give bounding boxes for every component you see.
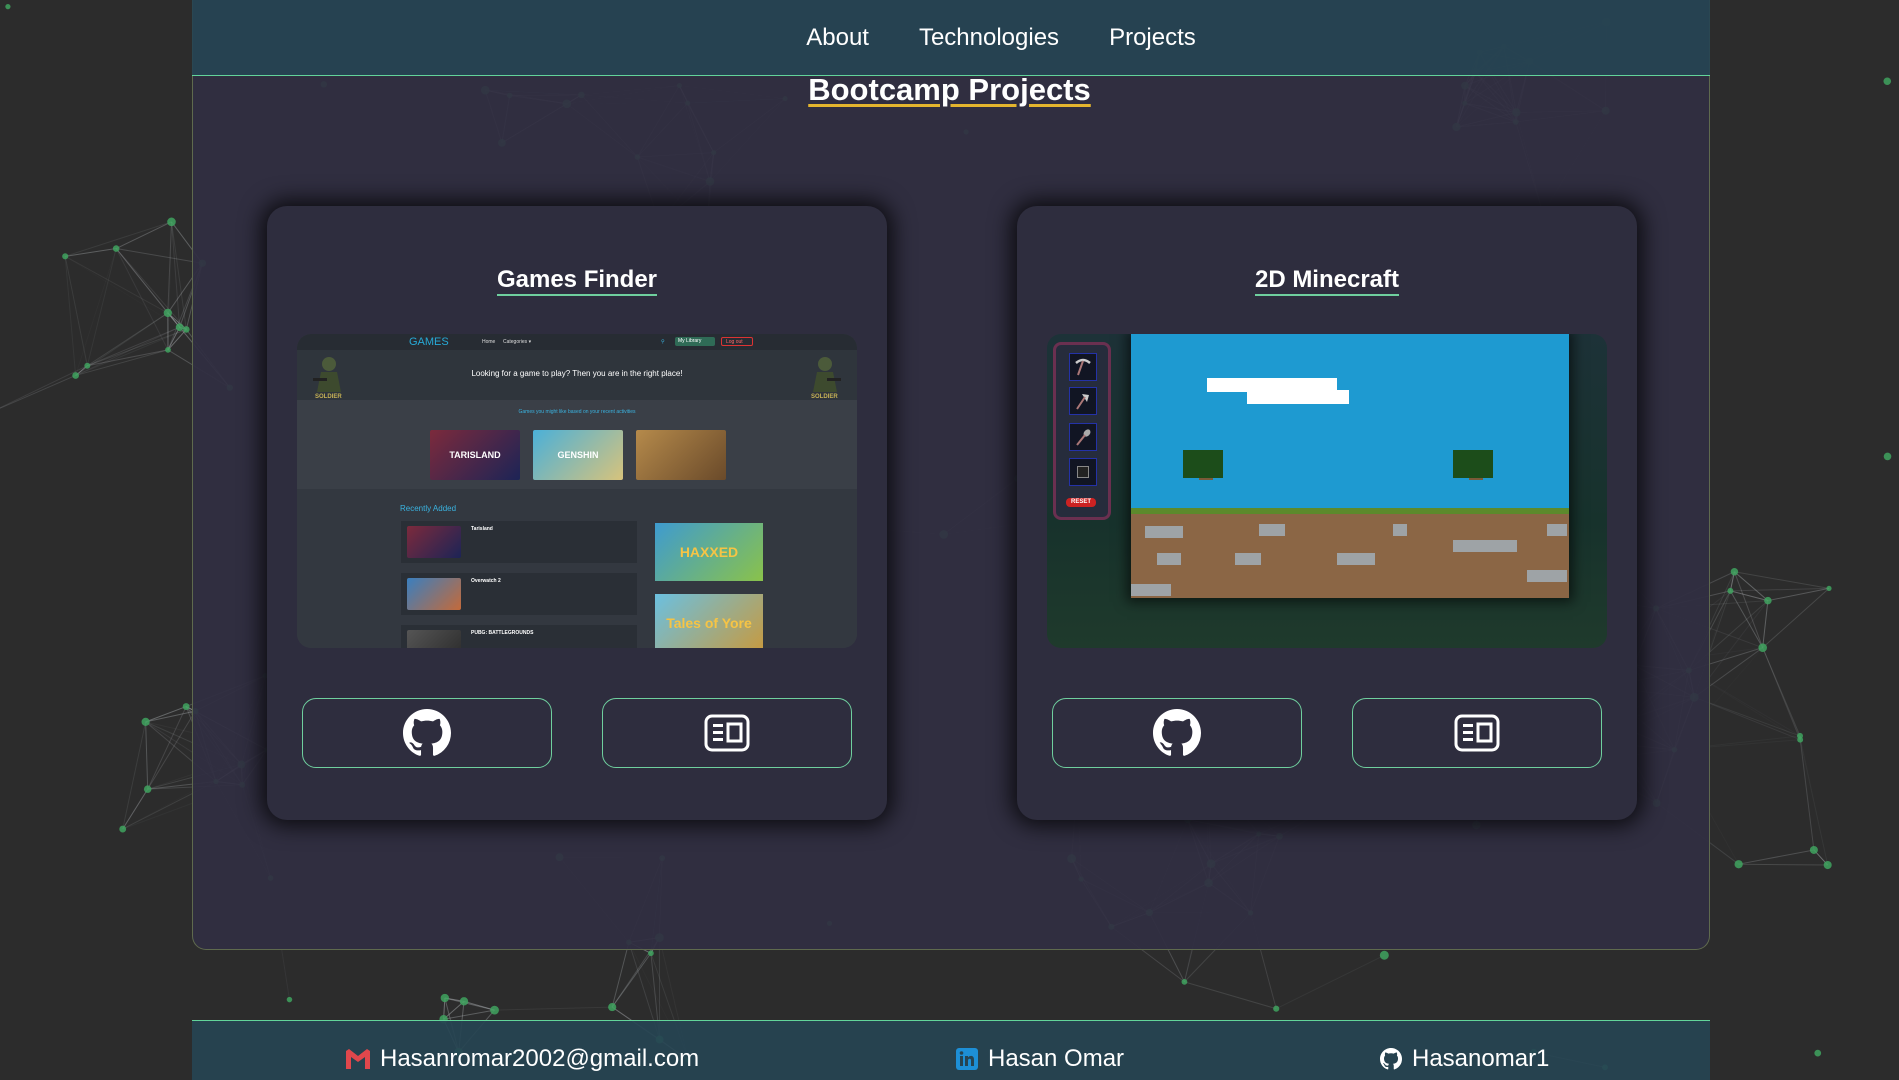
github-icon xyxy=(403,709,451,756)
preview-nav-categories: Categories ▾ xyxy=(503,339,532,345)
preview-hero-text: Looking for a game to play? Then you are… xyxy=(471,369,683,378)
preview-row-title: Tarisland xyxy=(471,526,493,532)
preview-search-icon: ⚲ xyxy=(661,339,665,345)
shovel-icon xyxy=(1069,423,1097,451)
readme-button[interactable] xyxy=(602,698,852,768)
project-title-text: 2D Minecraft xyxy=(1254,266,1400,296)
preview-list-item: PUBG: BATTLEGROUNDS xyxy=(401,625,637,648)
linkedin-icon xyxy=(956,1048,978,1070)
section-title: Bootcamp Projects xyxy=(0,72,1899,108)
top-navbar: About Technologies Projects xyxy=(192,0,1710,76)
gmail-icon xyxy=(346,1049,370,1069)
tool-panel: RESET xyxy=(1053,342,1111,520)
footer: Hasanromar2002@gmail.com Hasan Omar Hasa… xyxy=(192,1020,1710,1080)
nav-projects[interactable]: Projects xyxy=(1109,24,1196,52)
preview-thumb: TARISLAND xyxy=(430,430,520,480)
project-title: 2D Minecraft xyxy=(1017,266,1637,296)
preview-row-image xyxy=(407,526,461,558)
project-preview-image: RESET xyxy=(1047,334,1607,648)
project-title: Games Finder xyxy=(267,266,887,296)
github-repo-button[interactable] xyxy=(302,698,552,768)
nav-technologies[interactable]: Technologies xyxy=(919,24,1059,52)
preview-list-item: Tarisland xyxy=(401,521,637,563)
preview-row-image xyxy=(407,578,461,610)
project-title-text: Games Finder xyxy=(496,266,658,296)
footer-github-link[interactable]: Hasanomar1 xyxy=(1380,1045,1549,1073)
footer-linkedin-link[interactable]: Hasan Omar xyxy=(956,1045,1124,1073)
preview-navbar xyxy=(297,334,857,350)
preview-logout: Log out xyxy=(721,337,753,346)
axe-icon xyxy=(1069,387,1097,415)
soldier-label: SOLDIER xyxy=(315,394,342,400)
nav-about[interactable]: About xyxy=(806,24,869,52)
preview-nav-home: Home xyxy=(482,339,496,345)
block-slot-icon xyxy=(1069,458,1097,486)
footer-email-text: Hasanromar2002@gmail.com xyxy=(380,1045,700,1072)
minecraft-world xyxy=(1131,334,1569,598)
footer-linkedin-text: Hasan Omar xyxy=(988,1045,1125,1072)
pickaxe-icon xyxy=(1069,353,1097,381)
readme-icon xyxy=(704,714,750,752)
project-card-2d-minecraft: 2D Minecraft RESET xyxy=(1017,206,1637,820)
project-card-games-finder: Games Finder GAMES Home Categories ▾ ⚲ M… xyxy=(267,206,887,820)
preview-row-title: Overwatch 2 xyxy=(471,578,501,584)
project-preview-image: GAMES Home Categories ▾ ⚲ My Library Log… xyxy=(297,334,857,648)
preview-thumb: GENSHIN xyxy=(533,430,623,480)
github-repo-button[interactable] xyxy=(1052,698,1302,768)
footer-email-link[interactable]: Hasanromar2002@gmail.com xyxy=(346,1045,699,1073)
preview-thumb xyxy=(636,430,726,480)
preview-row-image xyxy=(407,630,461,648)
readme-button[interactable] xyxy=(1352,698,1602,768)
soldier-label: SOLDIER xyxy=(811,394,838,400)
footer-github-text: Hasanomar1 xyxy=(1412,1045,1550,1072)
reset-button: RESET xyxy=(1066,498,1096,507)
games-finder-screenshot: GAMES Home Categories ▾ ⚲ My Library Log… xyxy=(297,334,857,648)
preview-row-title: PUBG: BATTLEGROUNDS xyxy=(471,630,534,636)
preview-recently-added: Recently Added xyxy=(400,504,457,513)
preview-brand: GAMES xyxy=(409,336,449,348)
minecraft-screenshot: RESET xyxy=(1047,334,1607,648)
preview-subtitle: Games you might like based on your recen… xyxy=(518,409,636,415)
github-icon xyxy=(1380,1048,1402,1070)
section-title-text: Bootcamp Projects xyxy=(808,72,1091,107)
preview-my-library: My Library xyxy=(675,337,715,346)
github-icon xyxy=(1153,709,1201,756)
readme-icon xyxy=(1454,714,1500,752)
preview-big-tile: Tales of Yore xyxy=(655,594,763,648)
preview-list-item: Overwatch 2 xyxy=(401,573,637,615)
preview-big-tile: HAXXED xyxy=(655,523,763,581)
